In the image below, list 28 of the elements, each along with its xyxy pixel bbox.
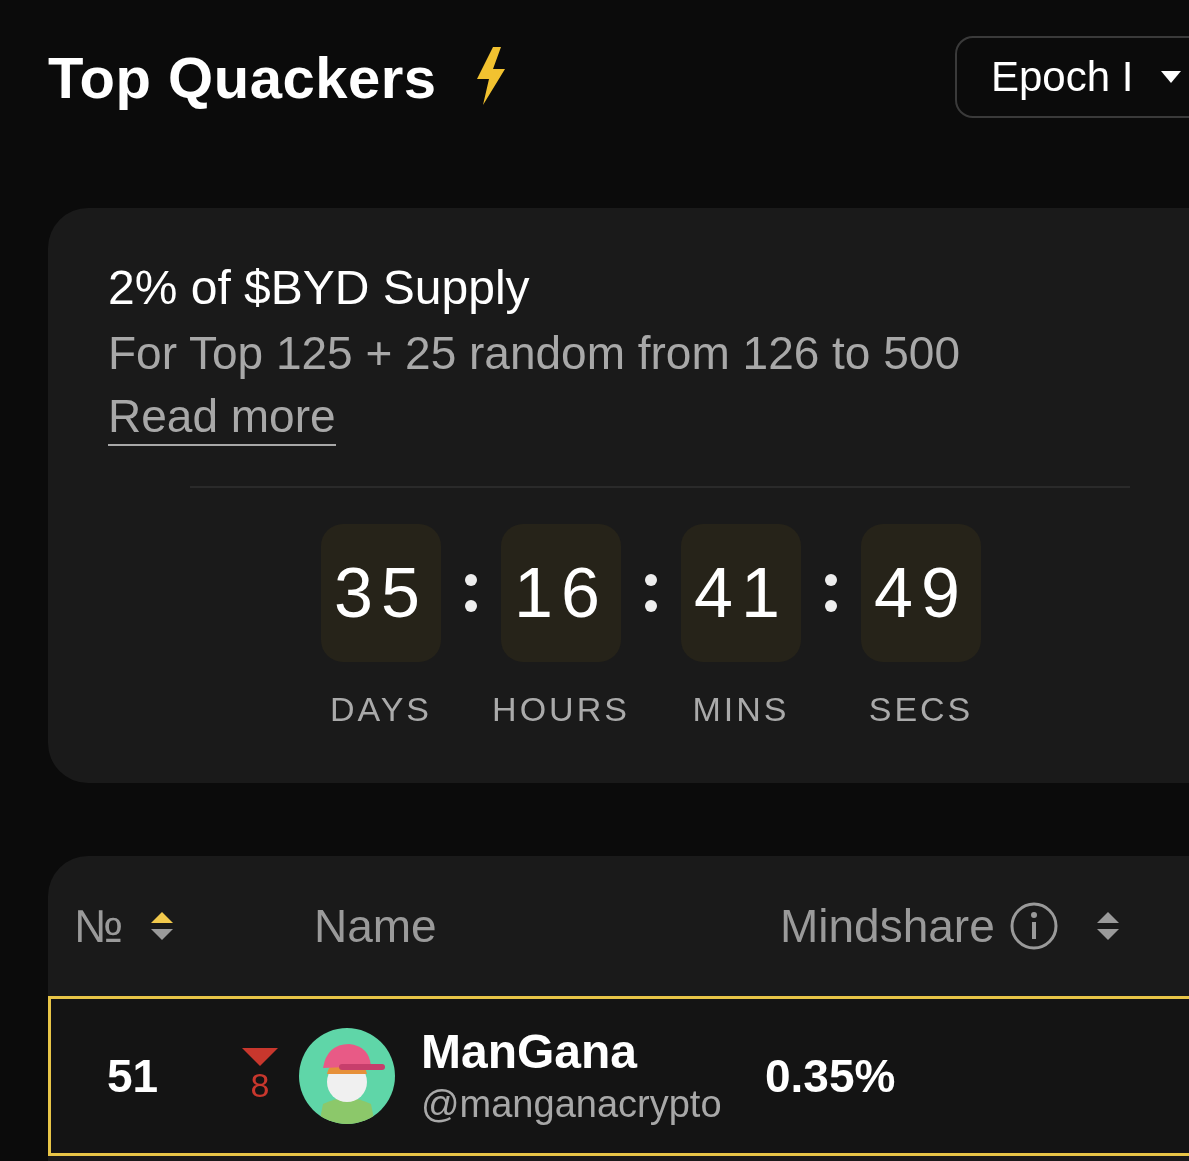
sort-icon[interactable]	[149, 910, 176, 942]
colon-icon	[825, 574, 837, 612]
countdown-value: 35	[321, 524, 441, 662]
rank-change: 8	[250, 1066, 270, 1104]
caret-icon	[1161, 71, 1182, 83]
reward-title: 2% of $BYD Supply	[108, 260, 531, 316]
countdown-unit: MINS	[692, 690, 790, 729]
column-header[interactable]: Name	[314, 899, 437, 953]
rank-number: 51	[106, 1049, 160, 1103]
countdown-unit: SECS	[868, 690, 974, 729]
colon-icon	[465, 574, 477, 612]
countdown-value: 49	[861, 524, 981, 662]
colon-icon	[645, 574, 657, 612]
countdown-value: 16	[501, 524, 621, 662]
rank-down-icon	[242, 1048, 278, 1066]
user-handle: @manganacrypto	[421, 1082, 723, 1127]
page-title: Top Quackers	[48, 43, 437, 111]
column-header[interactable]: Mindshare	[780, 899, 995, 953]
info-icon[interactable]	[1008, 901, 1059, 951]
mindshare-value: 0.35%	[765, 1049, 896, 1103]
countdown-unit: DAYS	[329, 690, 433, 729]
read-more-link[interactable]: Read more	[108, 388, 336, 446]
epoch-dropdown[interactable]: Epoch I	[955, 36, 1189, 118]
countdown-unit: HOURS	[492, 690, 630, 729]
countdown-value: 41	[681, 524, 801, 662]
reward-description: For Top 125 + 25 random from 126 to 500	[108, 326, 961, 381]
column-header[interactable]: №	[74, 899, 124, 953]
user-name: ManGana	[421, 1024, 639, 1080]
